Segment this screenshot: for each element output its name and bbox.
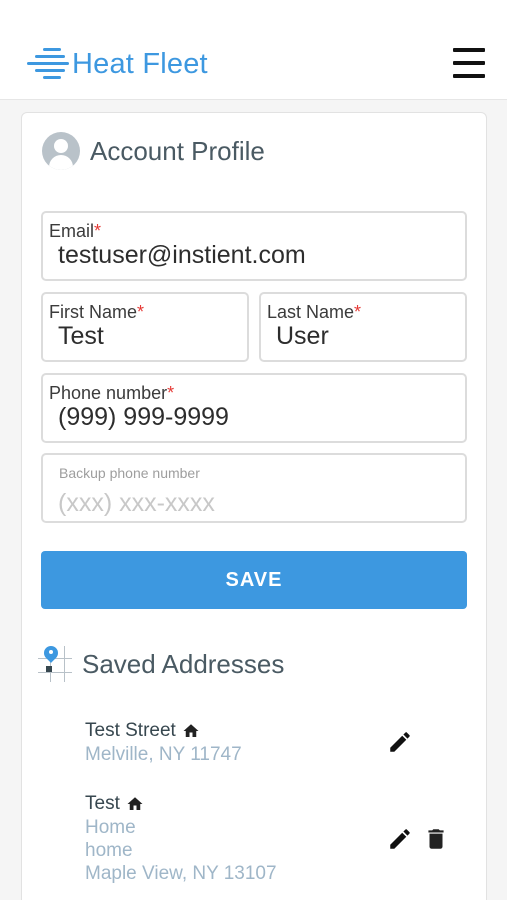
app-header: Heat Fleet (0, 0, 507, 100)
edit-icon[interactable] (387, 729, 413, 755)
user-avatar-icon (42, 132, 80, 170)
email-input[interactable] (58, 241, 460, 270)
last-name-label: Last Name* (267, 302, 362, 322)
backup-phone-label: Backup phone number (59, 465, 200, 481)
home-icon (183, 724, 199, 737)
backup-phone-placeholder[interactable]: (xxx) xxx-xxxx (58, 489, 460, 518)
account-profile-heading: Account Profile (42, 132, 265, 170)
saved-addresses-title: Saved Addresses (82, 648, 285, 679)
save-button[interactable]: SAVE (41, 551, 467, 609)
home-icon (127, 797, 143, 810)
hamburger-menu-icon[interactable] (451, 46, 487, 80)
phone-label: Phone number* (49, 383, 175, 403)
phone-field[interactable]: Phone number* (41, 373, 467, 443)
address-item: Test Home home Maple View, NY 13107 (85, 793, 277, 884)
backup-phone-field[interactable]: Backup phone number (xxx) xxx-xxxx (41, 453, 467, 523)
edit-icon[interactable] (387, 826, 413, 852)
logo-mark-icon (25, 44, 69, 84)
address-line: Melville, NY 11747 (85, 744, 242, 765)
last-name-field[interactable]: Last Name* (259, 292, 467, 362)
brand-logo[interactable]: Heat Fleet (25, 44, 208, 84)
first-name-field[interactable]: First Name* (41, 292, 249, 362)
saved-addresses-heading: Saved Addresses (38, 643, 285, 682)
email-label: Email* (49, 221, 102, 241)
phone-input[interactable] (58, 403, 460, 432)
address-line: Home (85, 817, 136, 838)
first-name-input[interactable] (58, 322, 242, 351)
map-pin-icon (38, 643, 74, 682)
address-item: Test Street Melville, NY 11747 (85, 720, 242, 765)
address-name: Test Street (85, 720, 176, 741)
brand-name: Heat Fleet (72, 47, 208, 80)
address-line: Maple View, NY 13107 (85, 863, 277, 884)
email-field[interactable]: Email* (41, 211, 467, 281)
first-name-label: First Name* (49, 302, 145, 322)
account-profile-title: Account Profile (90, 135, 265, 166)
trash-icon[interactable] (423, 826, 449, 852)
address-line: home (85, 840, 133, 861)
last-name-input[interactable] (276, 322, 460, 351)
address-name: Test (85, 793, 120, 814)
